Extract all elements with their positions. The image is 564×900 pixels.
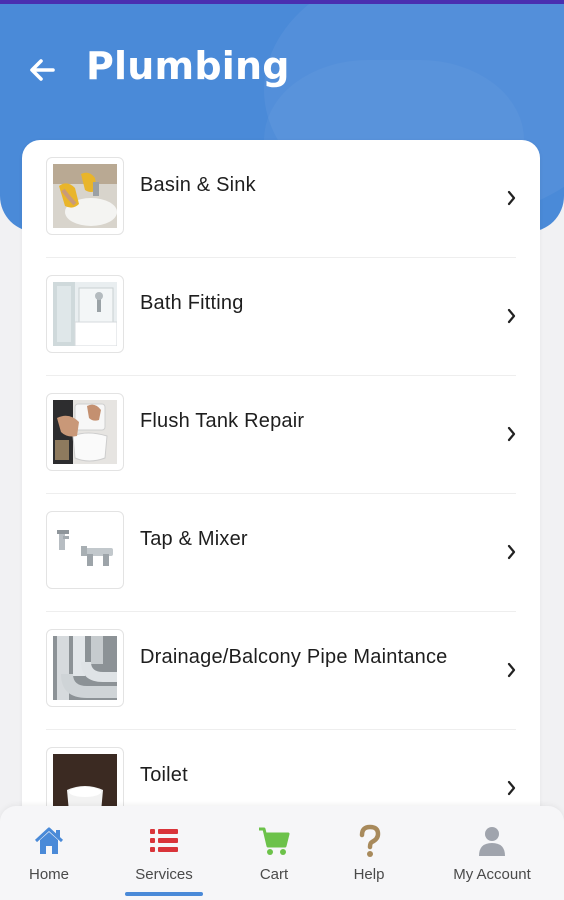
list-item-tap-mixer[interactable]: Tap & Mixer [22,494,540,612]
list-item-label: Drainage/Balcony Pipe Maintance [140,646,448,668]
page-title: Plumbing [86,44,290,88]
nav-help[interactable]: Help [320,806,418,900]
list-item-label: Flush Tank Repair [140,410,305,432]
services-list: Basin & Sink Bath Fitting Flush Tank Rep… [22,140,540,840]
list-icon [150,829,178,852]
chevron-right-icon [507,426,516,442]
user-icon [479,827,505,856]
basin-sink-image [46,157,124,235]
arrow-left-icon [30,59,55,81]
tap-mixer-image [46,511,124,589]
list-item-flush-tank-repair[interactable]: Flush Tank Repair [22,376,540,494]
back-button[interactable] [24,52,60,88]
nav-services[interactable]: Services [114,806,214,900]
drainage-pipe-image [46,629,124,707]
list-item-drainage-pipe[interactable]: Drainage/Balcony Pipe Maintance [22,612,540,730]
list-item-label: Tap & Mixer [140,528,248,550]
question-icon [359,824,381,857]
nav-label: My Account [453,866,531,883]
chevron-right-icon [507,780,516,796]
nav-home[interactable]: Home [0,806,98,900]
chevron-right-icon [507,308,516,324]
nav-label: Help [353,866,385,883]
home-icon [34,827,64,854]
chevron-right-icon [507,662,516,678]
active-tab-indicator [125,892,203,896]
list-item-label: Basin & Sink [140,174,256,196]
chevron-right-icon [507,544,516,560]
nav-label: Services [135,866,193,883]
list-item-label: Toilet [140,764,188,786]
list-item-basin-sink[interactable]: Basin & Sink [22,140,540,258]
nav-label: Cart [259,866,289,883]
flush-tank-image [46,393,124,471]
nav-label: Home [28,866,69,883]
list-item-bath-fitting[interactable]: Bath Fitting [22,258,540,376]
nav-cart[interactable]: Cart [224,806,324,900]
status-bar-line [0,0,564,4]
chevron-right-icon [507,190,516,206]
cart-icon [259,827,290,855]
nav-my-account[interactable]: My Account [440,806,544,900]
bath-fitting-image [46,275,124,353]
bottom-navigation: Home Services Cart Help My Account [0,806,564,900]
list-item-label: Bath Fitting [140,292,244,314]
